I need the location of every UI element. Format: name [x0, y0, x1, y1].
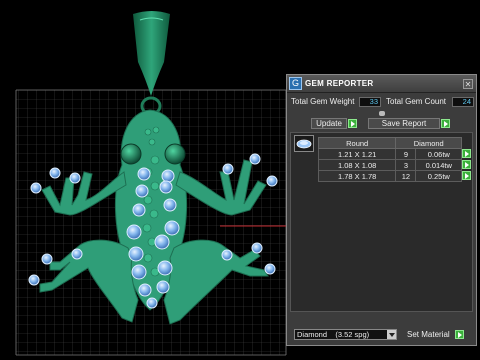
gem-table: Round Diamond 1.21 X 1.21 9 0.06tw 1.08 …	[317, 137, 472, 182]
gem-count-cell: 12	[395, 170, 417, 182]
row-select-go-icon[interactable]	[462, 170, 472, 180]
table-row[interactable]: 1.21 X 1.21 9 0.06tw	[317, 148, 472, 160]
material-select-value: Diamond (3.52 spg)	[297, 330, 370, 339]
save-report-go-icon[interactable]	[441, 119, 450, 128]
update-button[interactable]: Update	[311, 118, 347, 129]
gem-size-cell: 1.78 X 1.78	[317, 170, 397, 182]
gem-reporter-logo-icon: G	[289, 77, 302, 90]
weight-slider-handle[interactable]	[379, 111, 385, 116]
window-title: GEM REPORTER	[305, 79, 374, 88]
set-material-button[interactable]: Set Material	[407, 329, 450, 340]
total-gem-count-label: Total Gem Count	[386, 97, 447, 106]
row-select-go-icon[interactable]	[462, 159, 472, 169]
chevron-down-icon[interactable]	[387, 330, 396, 339]
gem-weight-cell: 0.06tw	[415, 148, 463, 160]
frog-eye-left	[120, 143, 142, 165]
column-header-material: Diamond	[395, 137, 463, 149]
row-select-go-icon[interactable]	[462, 148, 472, 158]
title-bar[interactable]: G GEM REPORTER ✕	[287, 75, 476, 93]
round-diamond-icon	[294, 135, 314, 152]
gem-reporter-window: G GEM REPORTER ✕ Total Gem Weight 33 Tot…	[286, 74, 477, 346]
gem-weight-cell: 0.25tw	[415, 170, 463, 182]
gem-count-cell: 9	[395, 148, 417, 160]
save-report-button[interactable]: Save Report	[368, 118, 440, 129]
update-go-icon[interactable]	[348, 119, 357, 128]
gem-weight-cell: 0.014tw	[415, 159, 463, 171]
total-gem-weight-label: Total Gem Weight	[291, 97, 355, 106]
gem-count-cell: 3	[395, 159, 417, 171]
total-gem-count-field[interactable]: 24	[452, 97, 474, 107]
table-row[interactable]: 1.08 X 1.08 3 0.014tw	[317, 159, 472, 171]
gem-list-panel: Round Diamond 1.21 X 1.21 9 0.06tw 1.08 …	[290, 132, 473, 312]
column-header-shape: Round	[317, 137, 397, 149]
material-select[interactable]: Diamond (3.52 spg)	[294, 329, 397, 340]
close-icon[interactable]: ✕	[463, 78, 473, 89]
frog-eye-right	[164, 143, 186, 165]
total-gem-weight-field[interactable]: 33	[359, 97, 381, 107]
gem-size-cell: 1.08 X 1.08	[317, 159, 397, 171]
gem-size-cell: 1.21 X 1.21	[317, 148, 397, 160]
table-row[interactable]: 1.78 X 1.78 12 0.25tw	[317, 170, 472, 182]
material-footer: Diamond (3.52 spg) Set Material	[290, 327, 473, 341]
set-material-go-icon[interactable]	[455, 330, 464, 339]
